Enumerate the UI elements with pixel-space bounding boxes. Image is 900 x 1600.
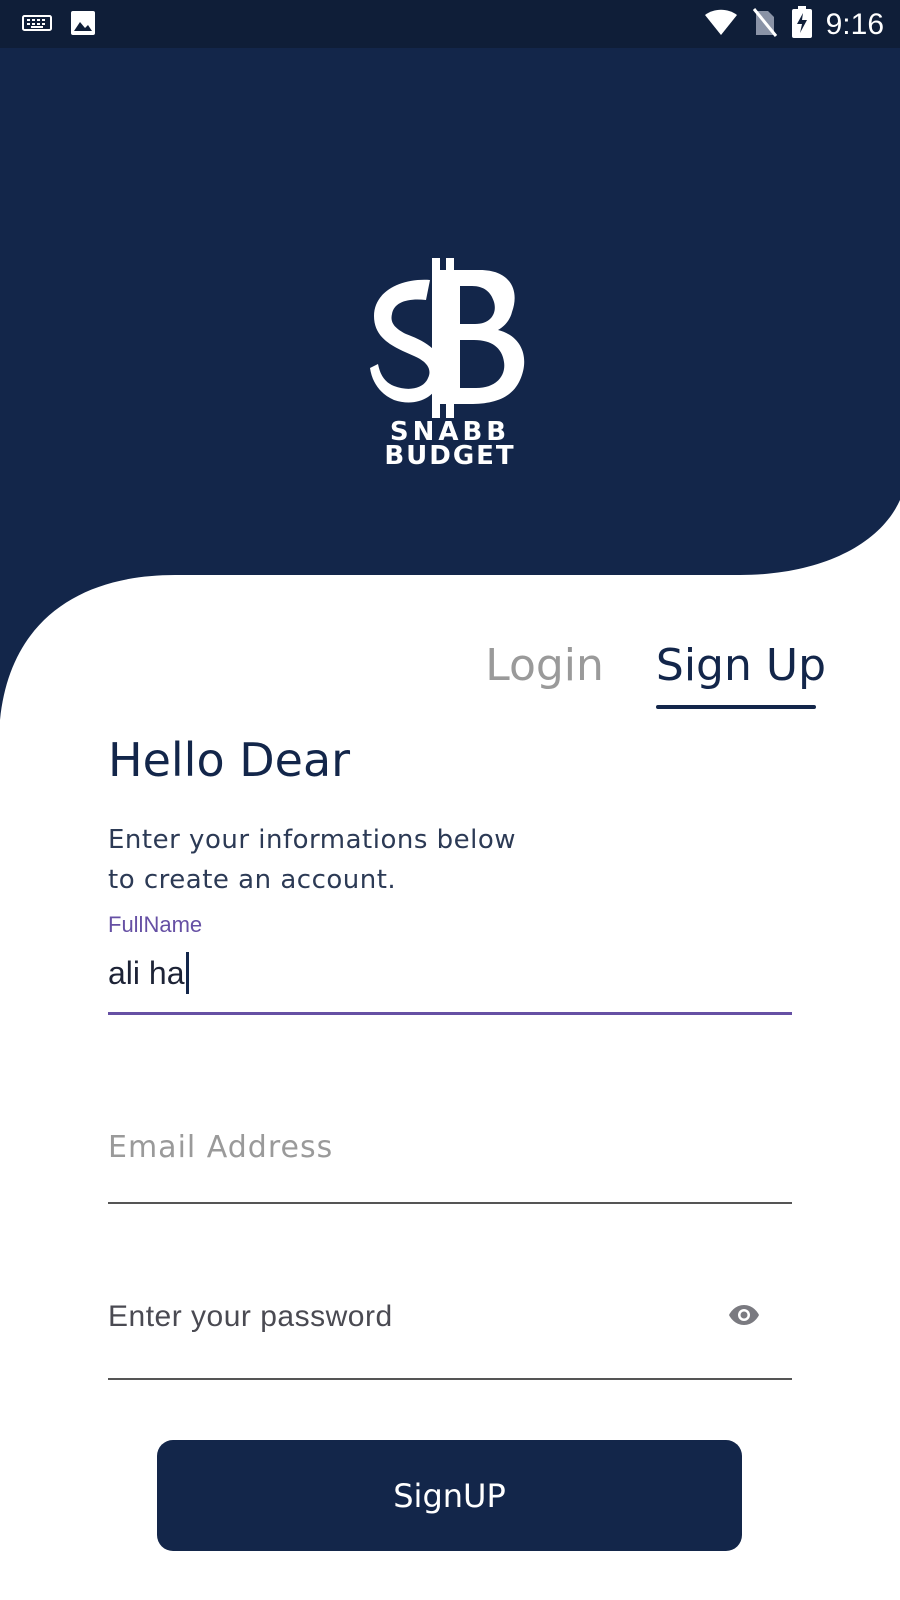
tab-signup-label: Sign Up (655, 640, 826, 691)
password-input-placeholder: Enter your password (108, 1300, 393, 1333)
logo-text-budget: BUDGET (384, 441, 515, 471)
fullname-label: FullName (108, 912, 203, 937)
fullname-value: ali ha (108, 954, 185, 991)
tab-signup[interactable]: Sign Up (655, 640, 826, 709)
subtitle: Enter your informations below to create … (108, 820, 578, 900)
fullname-input[interactable]: ali ha (108, 952, 792, 994)
password-field[interactable]: Enter your password (108, 1300, 792, 1380)
auth-tabs: Login Sign Up (485, 640, 826, 709)
wifi-icon (704, 8, 738, 41)
text-cursor (185, 952, 189, 994)
battery-charging-icon (791, 6, 812, 43)
status-right-icons: 9:16 (704, 6, 884, 43)
no-sim-icon (752, 7, 778, 42)
eye-icon[interactable] (728, 1304, 760, 1331)
status-bar: 9:16 (0, 0, 900, 48)
active-tab-indicator (655, 705, 816, 709)
signup-button[interactable]: SignUP (157, 1440, 742, 1551)
keyboard-icon (22, 13, 52, 38)
subtitle-line-2: to create an account. (108, 865, 397, 895)
email-field[interactable]: Email Address (108, 1130, 792, 1204)
image-icon (70, 10, 96, 41)
email-input-placeholder: Email Address (108, 1130, 334, 1165)
tab-login[interactable]: Login (485, 640, 604, 709)
status-left-icons (22, 10, 96, 41)
page-title: Hello Dear (108, 733, 351, 787)
status-time: 9:16 (825, 7, 884, 41)
tab-login-label: Login (485, 640, 604, 691)
snabb-budget-logo: SNABB BUDGET (360, 250, 540, 480)
fullname-field[interactable]: FullName ali ha (108, 912, 792, 1015)
signup-form-header: Hello Dear Enter your informations below… (108, 730, 794, 900)
subtitle-line-1: Enter your informations below (108, 825, 517, 855)
